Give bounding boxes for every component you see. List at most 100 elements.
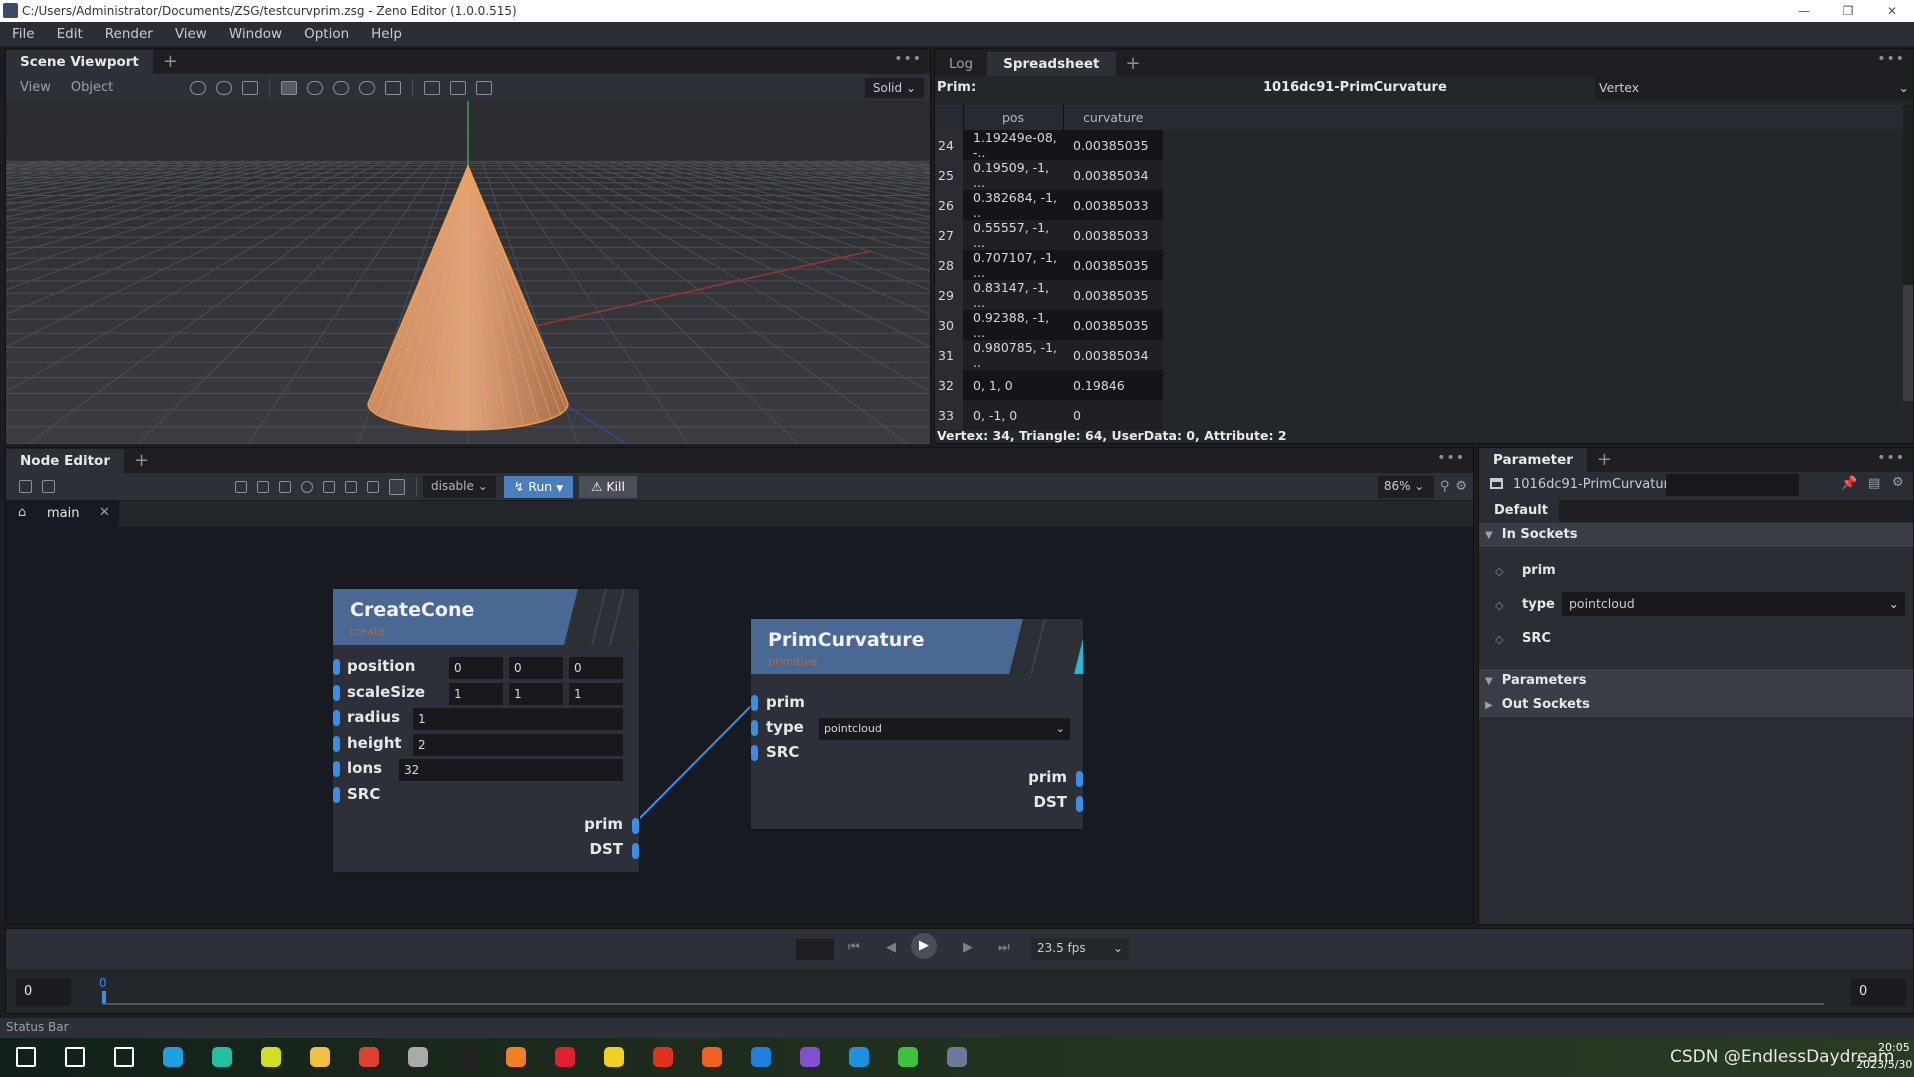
close-button[interactable]: ✕: [1870, 0, 1914, 22]
blender-icon[interactable]: [506, 1047, 526, 1067]
table-row[interactable]: 29 0.83147, -1, ... 0.00385035: [935, 280, 1163, 310]
menu-window[interactable]: Window: [229, 26, 282, 42]
row-index[interactable]: 30: [935, 310, 963, 340]
row-index[interactable]: 28: [935, 250, 963, 280]
menu-file[interactable]: File: [12, 26, 35, 42]
cell-curvature[interactable]: 0: [1063, 400, 1163, 430]
frame-input[interactable]: [796, 939, 834, 960]
tab-node-editor[interactable]: Node Editor: [6, 449, 124, 473]
zeno-icon[interactable]: [947, 1047, 967, 1067]
run-button[interactable]: ↯ Run ▼: [503, 475, 574, 498]
cell-curvature[interactable]: 0.00385035: [1063, 280, 1163, 310]
wechat-icon[interactable]: [898, 1047, 918, 1067]
cell-pos[interactable]: 1.19249e-08, -..: [963, 130, 1063, 160]
rotate-icon[interactable]: [216, 80, 233, 95]
pycharm-icon[interactable]: [261, 1047, 281, 1067]
output-socket-dst[interactable]: [1076, 796, 1083, 812]
grid-icon[interactable]: [323, 480, 335, 493]
restore-button[interactable]: ❐: [1826, 0, 1870, 22]
cell-pos[interactable]: 0.92388, -1, ...: [963, 310, 1063, 340]
subnet-icon[interactable]: [367, 480, 379, 493]
edit-icon[interactable]: [345, 480, 357, 493]
focus-icon[interactable]: [476, 80, 493, 95]
add-tab-button[interactable]: +: [124, 449, 159, 473]
column-header-pos[interactable]: pos: [962, 105, 1063, 130]
table-row[interactable]: 30 0.92388, -1, ... 0.00385035: [935, 310, 1163, 340]
row-index[interactable]: 27: [935, 220, 963, 250]
more-icon[interactable]: •••: [1437, 450, 1465, 466]
fps-select[interactable]: 23.5 fps ⌄: [1031, 938, 1129, 960]
input-socket-src[interactable]: [751, 745, 758, 761]
more-icon[interactable]: •••: [894, 51, 922, 67]
type-select[interactable]: pointcloud ⌄: [819, 718, 1070, 740]
spreadsheet-scrollbar[interactable]: [1903, 105, 1913, 401]
shading-select[interactable]: Solid ⌄: [864, 77, 924, 98]
more-icon[interactable]: •••: [1877, 51, 1905, 67]
column-header-curvature[interactable]: curvature: [1062, 105, 1163, 130]
section-in-sockets[interactable]: ▼ In Sockets: [1479, 523, 1913, 547]
cell-curvature[interactable]: 0.00385035: [1063, 250, 1163, 280]
undo-icon[interactable]: [301, 480, 313, 493]
output-socket-dst[interactable]: [632, 843, 639, 859]
houdini-icon[interactable]: [702, 1047, 722, 1067]
feishu-icon[interactable]: [849, 1047, 869, 1067]
group-tab-default[interactable]: Default: [1479, 500, 1559, 522]
table-row[interactable]: 24 1.19249e-08, -.. 0.00385035: [935, 130, 1163, 160]
wps-icon[interactable]: [653, 1047, 673, 1067]
explorer-icon[interactable]: [310, 1047, 330, 1067]
cell-curvature[interactable]: 0.00385035: [1063, 310, 1163, 340]
camera-icon[interactable]: [450, 80, 467, 95]
menu-view[interactable]: View: [175, 26, 207, 42]
task-view-icon[interactable]: [114, 1047, 134, 1067]
gear-icon[interactable]: ⚙: [1892, 475, 1904, 490]
vscode-icon[interactable]: [751, 1047, 771, 1067]
row-index[interactable]: 33: [935, 400, 963, 430]
panel-toggle-icon[interactable]: [19, 480, 32, 493]
position-field[interactable]: 0: [569, 657, 623, 679]
search-icon[interactable]: [65, 1047, 85, 1067]
pin-icon[interactable]: 📌: [1841, 476, 1857, 491]
tab-parameter[interactable]: Parameter: [1479, 448, 1587, 472]
row-index[interactable]: 25: [935, 160, 963, 190]
node-primcurvature[interactable]: PrimCurvature primitive prim type pointc…: [751, 619, 1083, 829]
cell-curvature[interactable]: 0.00385033: [1063, 220, 1163, 250]
row-index[interactable]: 26: [935, 190, 963, 220]
tree-icon[interactable]: [42, 480, 55, 493]
visual-studio-icon[interactable]: [800, 1047, 820, 1067]
camera-frame-icon[interactable]: [424, 80, 441, 95]
grid-icon[interactable]: [281, 80, 298, 95]
cell-curvature[interactable]: 0.00385034: [1063, 160, 1163, 190]
scalesize-field[interactable]: 1: [449, 682, 503, 705]
menu-render[interactable]: Render: [105, 26, 153, 42]
position-field[interactable]: 0: [509, 657, 563, 679]
cell-pos[interactable]: 0, -1, 0: [963, 400, 1063, 430]
table-row[interactable]: 28 0.707107, -1, ... 0.00385035: [935, 250, 1163, 280]
skip-to-end-icon[interactable]: ⏭: [998, 940, 1010, 955]
attribute-mode-select[interactable]: Vertex ⌄: [1595, 76, 1913, 100]
table-row[interactable]: 32 0, 1, 0 0.19846: [935, 370, 1163, 400]
cell-pos[interactable]: 0.83147, -1, ...: [963, 280, 1063, 310]
radius-field[interactable]: 1: [413, 708, 623, 730]
more-icon[interactable]: •••: [1877, 450, 1905, 466]
height-field[interactable]: 2: [413, 733, 623, 756]
input-socket-radius[interactable]: [333, 710, 340, 726]
cell-pos[interactable]: 0.707107, -1, ...: [963, 250, 1063, 280]
viewport-3d-canvas[interactable]: [6, 101, 930, 444]
position-field[interactable]: 0: [449, 657, 503, 679]
clion-icon[interactable]: [212, 1047, 232, 1067]
gear-icon[interactable]: ⚙: [1455, 479, 1467, 494]
end-frame-input[interactable]: 0: [1851, 979, 1906, 1006]
table-row[interactable]: 25 0.19509, -1, ... 0.00385034: [935, 160, 1163, 190]
timeline-track[interactable]: [102, 1003, 1824, 1005]
scalesize-field[interactable]: 1: [569, 682, 623, 705]
close-icon[interactable]: ✕: [99, 505, 110, 520]
table-row[interactable]: 33 0, -1, 00: [935, 400, 1163, 430]
menu-help[interactable]: Help: [371, 26, 402, 42]
import-icon[interactable]: [257, 480, 269, 493]
input-socket-position[interactable]: [333, 659, 340, 675]
edge-icon[interactable]: [163, 1047, 183, 1067]
input-socket-height[interactable]: [333, 735, 340, 752]
input-socket-scalesize[interactable]: [333, 684, 340, 701]
menu-edit[interactable]: Edit: [57, 26, 83, 42]
light-icon[interactable]: [359, 80, 376, 95]
